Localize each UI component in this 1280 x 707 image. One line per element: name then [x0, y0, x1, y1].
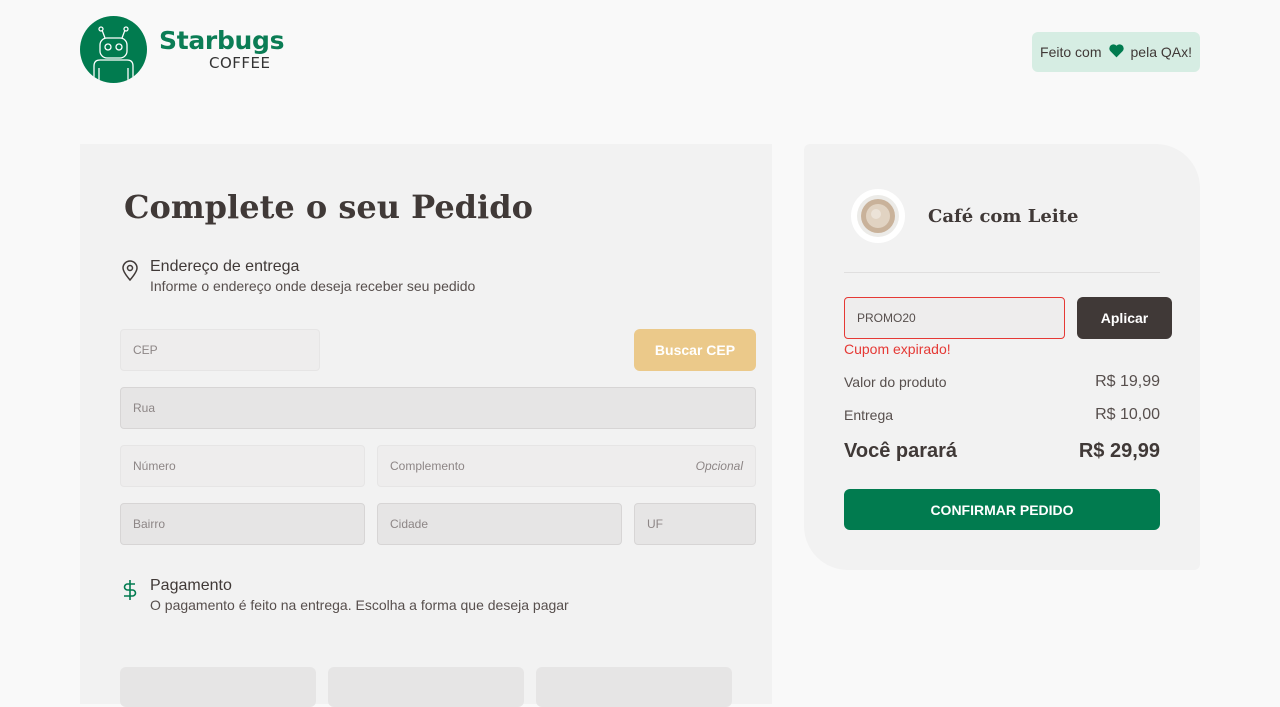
delivery-value: R$ 10,00	[1095, 406, 1160, 423]
logo-subtitle: COFFEE	[209, 54, 271, 72]
product-value-row: Valor do produto R$ 19,99	[844, 373, 1160, 391]
city-input[interactable]: Cidade	[377, 503, 622, 545]
address-section-header: Endereço de entrega Informe o endereço o…	[120, 258, 475, 294]
logo-title: Starbugs	[159, 26, 285, 55]
street-input[interactable]: Rua	[120, 387, 756, 429]
complement-placeholder: Complemento	[390, 459, 465, 473]
coupon-input[interactable]: PROMO20	[844, 297, 1065, 339]
payment-option[interactable]	[328, 667, 524, 707]
cep-input[interactable]: CEP	[120, 329, 320, 371]
coupon-value: PROMO20	[857, 311, 916, 325]
payment-section-header: Pagamento O pagamento é feito na entrega…	[120, 577, 569, 613]
district-input[interactable]: Bairro	[120, 503, 365, 545]
number-input[interactable]: Número	[120, 445, 365, 487]
coffee-cup-image	[844, 188, 906, 244]
search-cep-button[interactable]: Buscar CEP	[634, 329, 756, 371]
page-title: Complete o seu Pedido	[124, 188, 533, 226]
total-row: Você parará R$ 29,99	[844, 440, 1160, 463]
district-placeholder: Bairro	[133, 517, 166, 531]
number-placeholder: Número	[133, 459, 176, 473]
divider	[844, 272, 1160, 273]
delivery-label: Entrega	[844, 407, 894, 423]
checkout-form: Complete o seu Pedido Endereço de entreg…	[80, 144, 772, 707]
cep-placeholder: CEP	[133, 343, 158, 357]
uf-placeholder: UF	[647, 517, 663, 531]
uf-input[interactable]: UF	[634, 503, 756, 545]
heart-icon	[1108, 43, 1125, 61]
product-value: R$ 19,99	[1095, 373, 1160, 390]
address-title: Endereço de entrega	[150, 258, 300, 275]
product-name: Café com Leite	[928, 205, 1079, 227]
made-with-suffix: pela QAx!	[1130, 44, 1192, 60]
payment-option[interactable]	[536, 667, 732, 707]
city-placeholder: Cidade	[390, 517, 429, 531]
order-summary: Café com Leite PROMO20 Aplicar Cupom exp…	[804, 144, 1200, 570]
product-item: Café com Leite	[844, 188, 1078, 244]
total-value: R$ 29,99	[1078, 440, 1160, 462]
delivery-row: Entrega R$ 10,00	[844, 406, 1160, 424]
product-value-label: Valor do produto	[844, 374, 947, 390]
header: Starbugs COFFEE Feito com pela QAx!	[80, 16, 1200, 86]
made-with-prefix: Feito com	[1040, 44, 1102, 60]
address-subtitle: Informe o endereço onde deseja receber s…	[150, 278, 476, 294]
total-label: Você parará	[844, 440, 958, 462]
street-placeholder: Rua	[133, 401, 156, 415]
made-with-badge: Feito com pela QAx!	[1032, 32, 1200, 72]
complement-optional-label: Opcional	[695, 459, 743, 473]
confirm-order-button[interactable]: CONFIRMAR PEDIDO	[844, 489, 1160, 530]
coupon-error-message: Cupom expirado!	[844, 341, 951, 357]
robot-mascot-icon	[80, 16, 147, 83]
payment-option[interactable]	[120, 667, 316, 707]
apply-coupon-button[interactable]: Aplicar	[1077, 297, 1172, 339]
payment-subtitle: O pagamento é feito na entrega. Escolha …	[150, 597, 569, 613]
payment-title: Pagamento	[150, 577, 232, 594]
map-pin-icon	[120, 260, 140, 282]
logo[interactable]: Starbugs COFFEE	[80, 16, 285, 83]
complement-input[interactable]: Complemento Opcional	[377, 445, 756, 487]
dollar-icon	[120, 579, 140, 601]
